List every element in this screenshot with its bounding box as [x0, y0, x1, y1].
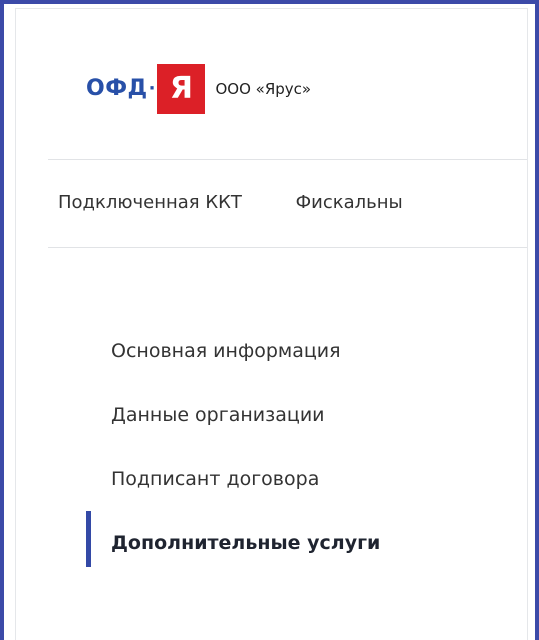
ofd-logo-text[interactable]: ОФД: [86, 78, 148, 100]
tab-fiscal[interactable]: Фискальны: [296, 189, 403, 217]
menu-item-additional-services[interactable]: Дополнительные услуги: [16, 501, 527, 585]
tab-connected-kkt[interactable]: Подключенная ККТ: [58, 189, 242, 217]
menu-item-label: Данные организации: [111, 404, 325, 426]
tabs-divider: [48, 247, 527, 248]
header-logo-row: ОФД · Я ООО «Ярус»: [86, 64, 311, 114]
main-tabs: Подключенная ККТ Фискальны: [58, 189, 451, 217]
menu-item-label: Дополнительные услуги: [111, 532, 381, 554]
menu-item-label: Подписант договора: [111, 468, 320, 490]
menu-item-label: Основная информация: [111, 340, 341, 362]
logo-mark-letter: Я: [169, 71, 194, 106]
logo-separator-dot: ·: [148, 78, 156, 99]
account-panel: ОФД · Я ООО «Ярус» Подключенная ККТ Фиск…: [15, 8, 528, 640]
side-menu: Основная информация Данные организации П…: [16, 309, 527, 585]
organization-name: ООО «Ярус»: [215, 79, 312, 98]
header-divider: [48, 159, 527, 160]
active-indicator: [86, 511, 91, 567]
ofd-logo-mark[interactable]: Я: [157, 64, 206, 114]
